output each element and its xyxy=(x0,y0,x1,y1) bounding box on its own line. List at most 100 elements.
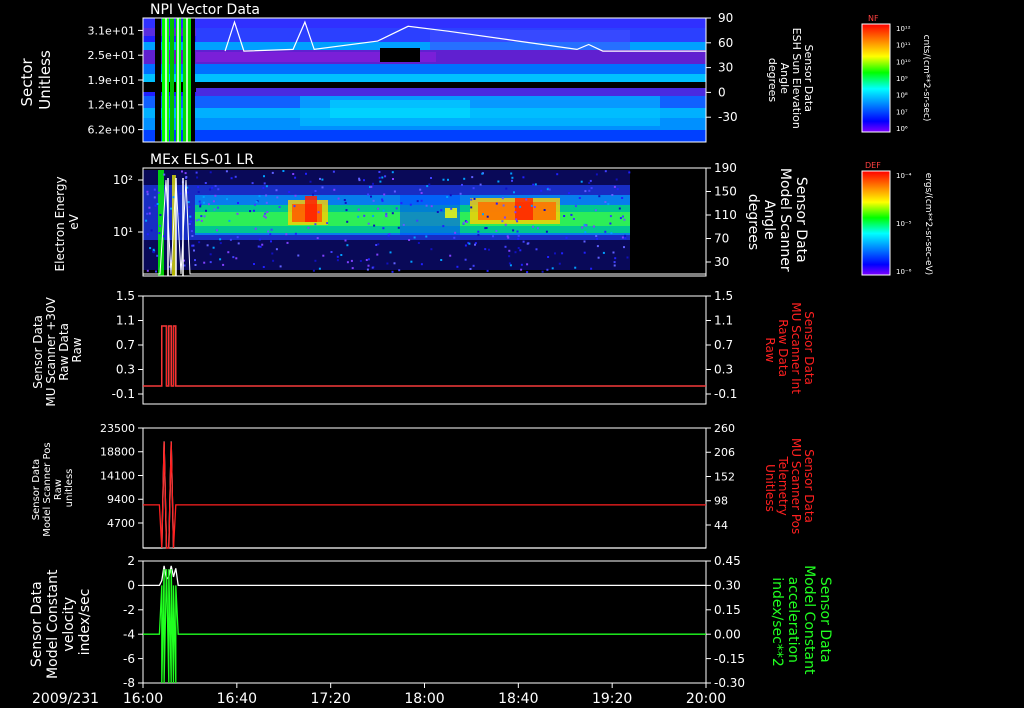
scanner-pos-ylabel-line-4: unitless xyxy=(64,469,75,508)
els-noise-pixel xyxy=(519,205,522,208)
scanner-pos-y2label-line-1: Sensor Data xyxy=(802,449,816,523)
els-noise-pixel xyxy=(463,177,466,180)
els-y-tick-label: 10² xyxy=(113,173,133,187)
els-noise-pixel xyxy=(346,220,349,223)
els-noise-pixel xyxy=(402,223,405,226)
els-noise-pixel xyxy=(279,265,282,268)
scanner-pos-ylabel-line-3: Raw xyxy=(53,479,64,500)
els-noise-pixel xyxy=(170,207,172,210)
els-noise-pixel xyxy=(359,260,362,262)
els-noise-pixel xyxy=(163,173,166,176)
scanner-30v-y-tick-label: 1.5 xyxy=(116,289,135,303)
els-noise-pixel xyxy=(622,215,624,218)
els-noise-pixel xyxy=(615,178,618,181)
els-noise-pixel xyxy=(590,187,593,190)
acceleration-y2label: Sensor Data Model Constant acceleration … xyxy=(769,565,833,679)
colorbar-label: 10⁶ xyxy=(896,125,908,133)
els-noise-pixel xyxy=(628,171,631,174)
els-noise-pixel xyxy=(181,170,183,173)
els-noise-pixel xyxy=(482,213,484,216)
els-noise-pixel xyxy=(294,176,297,179)
els-noise-pixel xyxy=(416,200,419,203)
els-noise-pixel xyxy=(265,194,268,197)
els-noise-pixel xyxy=(321,186,324,189)
els-noise-pixel xyxy=(570,213,573,216)
els-noise-pixel xyxy=(612,251,615,254)
els-noise-pixel xyxy=(624,237,627,240)
els-noise-pixel xyxy=(607,203,610,206)
els-noise-pixel xyxy=(623,246,625,249)
els-noise-pixel xyxy=(472,187,475,190)
els-noise-pixel xyxy=(278,206,281,208)
model-constant-y-ticks: 2 0 -2 -4 -6 -8 xyxy=(123,554,143,690)
els-noise-pixel xyxy=(207,203,210,206)
els-noise-pixel xyxy=(520,263,523,266)
els-noise-pixel xyxy=(236,236,239,239)
els-noise-pixel xyxy=(155,270,157,273)
els-noise-pixel xyxy=(379,180,382,183)
els-noise-pixel xyxy=(212,200,215,203)
els-noise-pixel xyxy=(203,261,206,264)
colorbar-label: 10¹⁰ xyxy=(896,58,911,66)
els-noise-pixel xyxy=(189,220,192,223)
els-noise-pixel xyxy=(386,262,389,265)
velocity-y-tick-label: -6 xyxy=(123,652,135,666)
els-noise-pixel xyxy=(534,183,537,186)
els-noise-pixel xyxy=(212,246,215,249)
els-noise-pixel xyxy=(337,197,340,200)
els-noise-pixel xyxy=(468,242,471,245)
els-noise-pixel xyxy=(621,197,624,199)
els-noise-pixel xyxy=(219,238,222,241)
els-noise-pixel xyxy=(157,191,160,194)
els-noise-pixel xyxy=(271,252,274,255)
npi-y2-tick-label: -30 xyxy=(718,110,738,124)
els-noise-pixel xyxy=(417,242,420,244)
els-noise-pixel xyxy=(333,188,336,191)
velocity-y-tick-label: 0 xyxy=(127,579,135,593)
els-noise-pixel xyxy=(469,268,472,270)
els-noise-pixel xyxy=(258,195,261,198)
acceleration-y2label-line-3: acceleration xyxy=(785,577,801,663)
els-noise-pixel xyxy=(214,194,217,197)
els-y2-tick-label: 190 xyxy=(714,161,737,175)
els-noise-pixel xyxy=(236,212,239,215)
els-heatmap xyxy=(143,168,706,276)
els-noise-pixel xyxy=(581,226,584,229)
els-noise-pixel xyxy=(227,251,230,254)
els-y2label-line-3: Angle xyxy=(761,200,777,240)
els-noise-pixel xyxy=(416,219,419,222)
els-noise-pixel xyxy=(312,269,315,272)
els-y-tick-label: 10¹ xyxy=(113,225,133,239)
els-noise-pixel xyxy=(205,209,207,212)
els-noise-pixel xyxy=(377,243,380,246)
els-noise-pixel xyxy=(187,201,190,204)
els-noise-pixel xyxy=(262,266,265,268)
els-noise-pixel xyxy=(400,202,403,205)
panel-els: MEx ELS-01 LR 10² 10¹ 190 150 110 70 30 Elect… xyxy=(53,152,809,277)
els-noise-pixel xyxy=(583,240,586,243)
els-noise-pixel xyxy=(358,177,361,180)
els-noise-pixel xyxy=(466,221,468,223)
els-noise-pixel xyxy=(172,196,175,199)
els-noise-pixel xyxy=(556,173,559,176)
scanner-int-y2-tick-label: 0.7 xyxy=(714,338,733,352)
els-noise-pixel xyxy=(580,180,583,183)
els-noise-pixel xyxy=(197,191,200,193)
scanner-int-y2-tick-label: 0.3 xyxy=(714,363,733,377)
scanner-pos-y-tick-label: 4700 xyxy=(107,517,135,530)
els-noise-pixel xyxy=(271,171,274,174)
els-noise-pixel xyxy=(514,205,517,208)
els-noise-pixel xyxy=(453,236,456,239)
velocity-y-tick-label: -8 xyxy=(123,676,135,690)
colorbar-def: DEF 10⁻⁴ 10⁻⁵ 10⁻⁶ ergs/(cm**2-sr-sec-eV) xyxy=(861,161,933,276)
els-ylabel-line-2: eV xyxy=(67,213,81,229)
els-noise-pixel xyxy=(193,249,195,252)
els-noise-pixel xyxy=(153,188,156,191)
els-y2label-line-2: Model Scanner xyxy=(777,168,793,272)
els-noise-pixel xyxy=(148,212,151,215)
els-noise-pixel xyxy=(214,185,217,187)
els-noise-pixel xyxy=(219,258,222,261)
els-noise-pixel xyxy=(604,201,607,203)
els-noise-pixel xyxy=(382,209,385,212)
els-noise-pixel xyxy=(391,171,394,174)
